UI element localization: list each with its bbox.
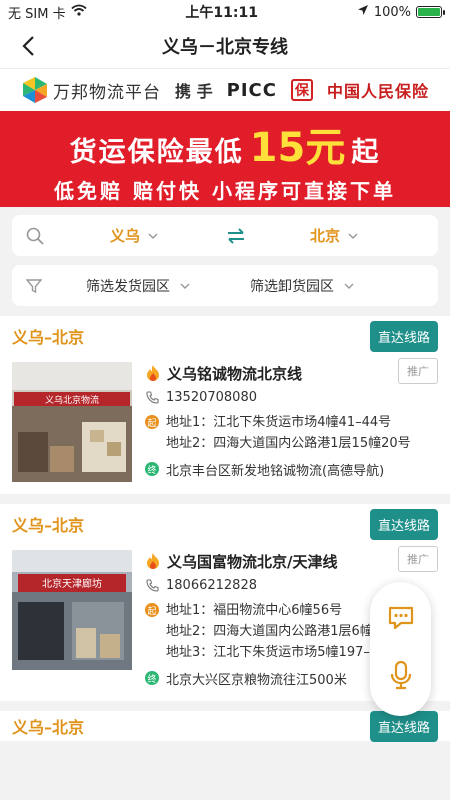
start-badge: 起 bbox=[145, 415, 159, 429]
unload-park-label: 筛选卸货园区 bbox=[250, 278, 334, 295]
destination-address: 北京大兴区京粮物流往江500米 bbox=[166, 672, 347, 688]
direct-route-button[interactable]: 直达线路 bbox=[369, 320, 438, 352]
picc-seal-icon: 保 bbox=[290, 79, 313, 101]
card-route: 义乌–北京 bbox=[12, 718, 85, 737]
phone-number: 18066212828 bbox=[166, 577, 257, 593]
chevron-down-icon bbox=[344, 283, 354, 289]
load-park-label: 筛选发货园区 bbox=[86, 278, 170, 295]
chat-bubble-icon bbox=[388, 606, 413, 629]
origin-city-label: 义乌 bbox=[110, 227, 141, 245]
platform-name: 万邦物流平台 bbox=[53, 82, 162, 103]
insurer-name: 中国人民保险 bbox=[326, 82, 429, 101]
fire-icon bbox=[147, 553, 159, 569]
promo-tag: 推广 bbox=[398, 358, 438, 384]
chat-button[interactable] bbox=[387, 605, 415, 635]
nav-bar: 义乌－北京专线 bbox=[0, 24, 450, 68]
company-photo: 义乌北京物流 bbox=[12, 362, 132, 482]
chevron-down-icon bbox=[180, 283, 190, 289]
phone-row[interactable]: 13520708080 bbox=[145, 386, 438, 408]
card-title-row: 义乌铭诚物流北京线 bbox=[145, 360, 438, 386]
direct-route-button[interactable]: 直达线路 bbox=[369, 508, 438, 540]
phone-number: 13520708080 bbox=[166, 389, 257, 405]
address-line: 地址2：四海大道国内公路港1层15幢20号 bbox=[166, 436, 411, 451]
swap-arrows-icon bbox=[228, 227, 245, 244]
chevron-left-icon bbox=[22, 36, 34, 56]
status-time: 上午11:11 bbox=[185, 5, 258, 21]
wanbang-logo: 万邦物流平台 bbox=[21, 76, 161, 104]
park-filter-bar: 筛选发货园区 筛选卸货园区 bbox=[12, 265, 438, 306]
card-title-row: 义乌国富物流北京/天津线 bbox=[145, 548, 438, 574]
promo-subline: 低免赔 赔付快 小程序可直接下单 bbox=[54, 178, 396, 203]
promo-price: 15元 bbox=[249, 124, 346, 171]
swap-route-button[interactable] bbox=[226, 227, 246, 244]
promo-suffix: 起 bbox=[351, 136, 381, 168]
floating-assistant-widget bbox=[370, 582, 431, 716]
end-badge: 终 bbox=[145, 671, 159, 685]
with-text: 携 手 bbox=[175, 82, 213, 101]
insurance-promo-banner[interactable]: 货运保险最低 15元 起 低免赔 赔付快 小程序可直接下单 bbox=[0, 111, 450, 207]
wifi-icon bbox=[70, 4, 87, 20]
destination-city-select[interactable]: 北京 bbox=[310, 225, 358, 246]
battery-percent: 100% bbox=[373, 4, 411, 20]
svg-text:义乌北京物流: 义乌北京物流 bbox=[45, 394, 99, 406]
unload-park-filter[interactable]: 筛选卸货园区 bbox=[250, 276, 354, 296]
card-body: 义乌北京物流 义乌铭诚物流北京线 推广 13520708080 起 地址1：江北… bbox=[12, 356, 438, 494]
search-area: 义乌 北京 筛选发货园区 筛选卸货园区 bbox=[0, 207, 450, 316]
address-lines: 地址1：江北下朱货运市场4幢41–44号 地址2：四海大道国内公路港1层15幢2… bbox=[166, 412, 411, 454]
promo-tag: 推广 bbox=[398, 546, 438, 572]
partner-banner[interactable]: 万邦物流平台 携 手 PICC 保 中国人民保险 bbox=[0, 68, 450, 111]
fire-icon bbox=[147, 365, 159, 381]
location-arrow-icon bbox=[357, 4, 369, 20]
destination-city-label: 北京 bbox=[310, 227, 341, 245]
origin-city-select[interactable]: 义乌 bbox=[110, 225, 158, 246]
wanbang-logo-icon bbox=[23, 77, 48, 103]
company-name[interactable]: 义乌国富物流北京/天津线 bbox=[167, 551, 337, 572]
company-photo: 北京天津廊坊 bbox=[12, 550, 132, 670]
filter-icon bbox=[26, 278, 46, 294]
start-badge: 起 bbox=[145, 603, 159, 617]
battery-icon bbox=[415, 6, 445, 18]
card-header: 义乌–北京 直达线路 bbox=[12, 504, 438, 544]
load-park-filter[interactable]: 筛选发货园区 bbox=[86, 276, 190, 296]
route-selector: 义乌 北京 bbox=[12, 215, 438, 256]
phone-icon bbox=[145, 578, 159, 592]
destination-row: 终 北京丰台区新发地铭诚物流(高德导航) bbox=[145, 458, 438, 480]
card-info: 义乌铭诚物流北京线 推广 13520708080 起 地址1：江北下朱货运市场4… bbox=[145, 356, 438, 482]
card-header: 义乌–北京 直达线路 bbox=[12, 316, 438, 356]
back-button[interactable] bbox=[14, 32, 42, 60]
logistics-card-partial[interactable]: 义乌–北京 直达线路 bbox=[0, 710, 450, 742]
carrier-label: 无 SIM 卡 bbox=[8, 6, 66, 22]
company-name[interactable]: 义乌铭诚物流北京线 bbox=[167, 363, 302, 384]
status-left: 无 SIM 卡 bbox=[8, 3, 87, 22]
card-route: 义乌–北京 bbox=[12, 516, 85, 535]
address-block: 起 地址1：江北下朱货运市场4幢41–44号 地址2：四海大道国内公路港1层15… bbox=[145, 412, 438, 454]
search-icon[interactable] bbox=[26, 227, 48, 245]
microphone-icon bbox=[390, 660, 411, 689]
destination-address: 北京丰台区新发地铭诚物流(高德导航) bbox=[166, 463, 385, 479]
picc-logo-text: PICC bbox=[226, 79, 277, 101]
address-line: 地址1：江北下朱货运市场4幢41–44号 bbox=[166, 415, 392, 430]
voice-button[interactable] bbox=[390, 660, 412, 694]
chevron-down-icon bbox=[348, 233, 358, 239]
page-title: 义乌－北京专线 bbox=[162, 37, 288, 58]
card-route: 义乌–北京 bbox=[12, 328, 85, 347]
promo-prefix: 货运保险最低 bbox=[69, 136, 244, 168]
chevron-down-icon bbox=[148, 233, 158, 239]
status-right: 100% bbox=[357, 4, 445, 20]
logistics-card[interactable]: 义乌–北京 直达线路 义乌北京物流 义乌铭诚物流北京线 推广 135207080… bbox=[0, 316, 450, 494]
status-bar: 无 SIM 卡 上午11:11 100% bbox=[0, 0, 450, 24]
phone-icon bbox=[145, 390, 159, 404]
promo-headline: 货运保险最低 15元 起 bbox=[70, 115, 381, 173]
end-badge: 终 bbox=[145, 462, 159, 476]
svg-text:北京天津廊坊: 北京天津廊坊 bbox=[42, 577, 102, 590]
